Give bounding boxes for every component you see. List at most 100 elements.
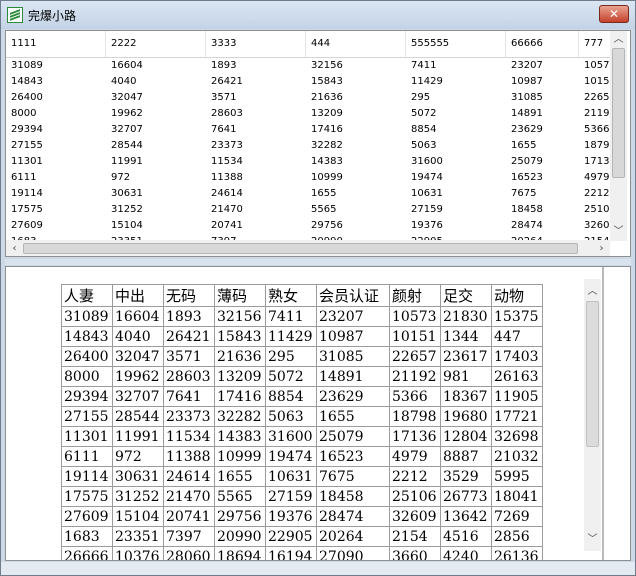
- list-header-cell[interactable]: 555555: [406, 31, 506, 57]
- table-cell: 32609: [389, 506, 441, 527]
- status-bar: [1, 562, 635, 575]
- table-cell: 3660: [389, 546, 441, 560]
- list-cell: 23629: [511, 124, 543, 135]
- table-cell: 7397: [163, 526, 215, 547]
- chevron-up-icon[interactable]: ︿: [610, 31, 627, 48]
- table-cell: 11991: [112, 426, 164, 447]
- list-cell: 1893: [211, 60, 237, 71]
- table-cell: 8887: [440, 446, 492, 467]
- table-cell: 18798: [389, 406, 441, 427]
- list-header-cell[interactable]: 1111: [6, 31, 106, 57]
- table-row: 31089 16604 1893 32156 7411 23207 10573 21830 15…: [61, 306, 543, 327]
- table-cell: 19474: [265, 446, 317, 467]
- table-cell: 27090: [316, 546, 390, 560]
- table-cell: 16604: [112, 306, 164, 327]
- table-cell: 17575: [61, 486, 113, 507]
- list-item[interactable]: 19114 30631 24614 1655 10631 7675 2212: [6, 186, 616, 201]
- list-cell: 18458: [511, 204, 543, 215]
- list-cell: 10999: [311, 172, 343, 183]
- table-cell: 981: [440, 366, 492, 387]
- table-cell: 26163: [491, 366, 543, 387]
- list-cell: 19962: [111, 108, 143, 119]
- list-header-cell[interactable]: 66666: [506, 31, 579, 57]
- table-cell: 14891: [316, 366, 390, 387]
- vertical-scrollbar[interactable]: ︿ ﹀: [584, 279, 601, 551]
- close-button[interactable]: ✕: [599, 5, 629, 23]
- table-cell: 28474: [316, 506, 390, 527]
- list-header-cell[interactable]: 444: [306, 31, 406, 57]
- table-cell: 13209: [214, 366, 266, 387]
- list-cell: 4979: [584, 172, 610, 183]
- horizontal-scrollbar[interactable]: ‹ ›: [6, 240, 610, 256]
- table-cell: 13642: [440, 506, 492, 527]
- list-cell: 29756: [311, 220, 343, 231]
- list-item[interactable]: 11301 11991 11534 14383 31600 25079 17136: [6, 154, 616, 169]
- top-list-view[interactable]: 1111 2222 3333 444 555555 66666 777 31089 16604…: [5, 30, 631, 257]
- table-row: 14843 4040 26421 15843 11429 10987 10151 1344 44…: [61, 326, 543, 347]
- table-cell: 27609: [61, 506, 113, 527]
- table-cell: 25106: [389, 486, 441, 507]
- list-cell: 17575: [11, 204, 43, 215]
- table-cell: 10151: [389, 326, 441, 347]
- table-cell: 5063: [265, 406, 317, 427]
- list-cell: 1655: [511, 140, 537, 151]
- chevron-left-icon[interactable]: ‹: [6, 240, 23, 256]
- list-cell: 26400: [11, 92, 43, 103]
- table-cell: 22657: [389, 346, 441, 367]
- list-cell: 32156: [311, 60, 343, 71]
- chevron-down-icon[interactable]: ﹀: [610, 223, 627, 240]
- list-cell: 27155: [11, 140, 43, 151]
- table-cell: 10987: [316, 326, 390, 347]
- table-row: 1683 23351 7397 20990 22905 20264 2154 4516 2856: [61, 526, 543, 547]
- list-item[interactable]: 8000 19962 28603 13209 5072 14891 21192: [6, 106, 616, 121]
- list-cell: 3571: [211, 92, 237, 103]
- list-cell: 21470: [211, 204, 243, 215]
- table-cell: 17403: [491, 346, 543, 367]
- list-cell: 295: [411, 92, 431, 103]
- chevron-right-icon[interactable]: ›: [593, 240, 610, 256]
- list-header-cell[interactable]: 3333: [206, 31, 306, 57]
- table-cell: 21830: [440, 306, 492, 327]
- list-item[interactable]: 31089 16604 1893 32156 7411 23207 10573: [6, 58, 616, 73]
- list-cell: 6111: [11, 172, 37, 183]
- table-cell: 10573: [389, 306, 441, 327]
- scrollbar-thumb[interactable]: [586, 301, 599, 447]
- table-cell: 11388: [163, 446, 215, 467]
- table-cell: 32282: [214, 406, 266, 427]
- table-cell: 27159: [265, 486, 317, 507]
- list-item[interactable]: 6111 972 11388 10999 19474 16523 4979: [6, 170, 616, 185]
- chevron-up-icon[interactable]: ︿: [584, 283, 601, 300]
- list-cell: 14843: [11, 76, 43, 87]
- table-cell: 972: [112, 446, 164, 467]
- table-cell: 23207: [316, 306, 390, 327]
- table-row: 11301 11991 11534 14383 31600 25079 17136 12804…: [61, 426, 543, 447]
- table-row: 26400 32047 3571 21636 295 31085 22657 23617 174…: [61, 346, 543, 367]
- list-item[interactable]: 27609 15104 20741 29756 19376 28474 32609: [6, 218, 616, 233]
- list-cell: 14891: [511, 108, 543, 119]
- list-item[interactable]: 26400 32047 3571 21636 295 31085 22657: [6, 90, 616, 105]
- table-cell: 30631: [112, 466, 164, 487]
- scrollbar-thumb[interactable]: [612, 48, 625, 178]
- list-header-cell[interactable]: 2222: [106, 31, 206, 57]
- list-cell: 17416: [311, 124, 343, 135]
- table-cell: 17721: [491, 406, 543, 427]
- scrollbar-thumb[interactable]: [23, 243, 578, 254]
- list-cell: 11429: [411, 76, 443, 87]
- vertical-scrollbar[interactable]: ︿ ﹀: [610, 31, 627, 241]
- bottom-grid-view[interactable]: 人妻 中出 无码 薄码 熟女 会员认证 颜射 足交 动物 31089 16604 1893 32156…: [5, 266, 631, 561]
- table-row: 19114 30631 24614 1655 10631 7675 2212 3529 5995: [61, 466, 543, 487]
- list-cell: 24614: [211, 188, 243, 199]
- table-cell: 26421: [163, 326, 215, 347]
- table-cell: 20264: [316, 526, 390, 547]
- list-item[interactable]: 14843 4040 26421 15843 11429 10987 10151: [6, 74, 616, 89]
- title-bar[interactable]: 完爆小路 ✕: [1, 1, 635, 29]
- table-row: 8000 19962 28603 13209 5072 14891 21192 981 2616…: [61, 366, 543, 387]
- table-cell: 28544: [112, 406, 164, 427]
- chevron-down-icon[interactable]: ﹀: [584, 531, 601, 548]
- pane-splitter[interactable]: [5, 259, 631, 265]
- list-item[interactable]: 27155 28544 23373 32282 5063 1655 18798: [6, 138, 616, 153]
- list-item[interactable]: 17575 31252 21470 5565 27159 18458 25106: [6, 202, 616, 217]
- list-item[interactable]: 29394 32707 7641 17416 8854 23629 5366: [6, 122, 616, 137]
- table-cell: 23373: [163, 406, 215, 427]
- list-cell: 21636: [311, 92, 343, 103]
